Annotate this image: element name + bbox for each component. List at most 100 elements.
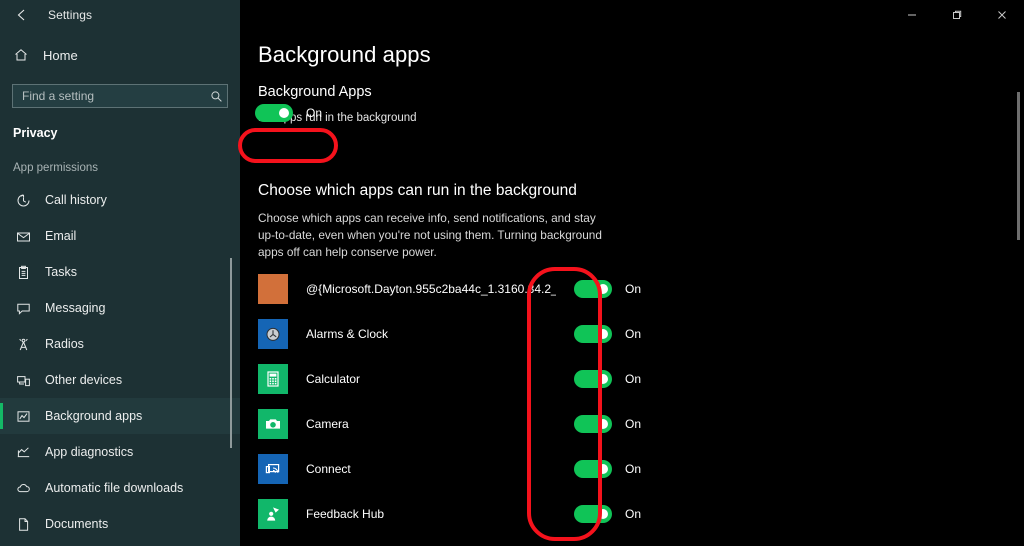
app-row: Alarms & Clock On bbox=[258, 311, 858, 356]
toggle-knob bbox=[598, 508, 608, 519]
master-toggle-label: Let apps run in the background bbox=[258, 112, 417, 124]
app-row: Camera On bbox=[258, 401, 858, 446]
sidebar-item-other-devices[interactable]: Other devices bbox=[0, 362, 240, 398]
feedback-hub-icon bbox=[258, 498, 288, 529]
sidebar-item-app-diagnostics[interactable]: App diagnostics bbox=[0, 434, 240, 470]
sidebar-item-tasks[interactable]: Tasks bbox=[0, 254, 240, 290]
app-toggle-state: On bbox=[625, 326, 642, 341]
sidebar-item-email[interactable]: Email bbox=[0, 218, 240, 254]
background-apps-list: @{Microsoft.Dayton.955c2ba44c_1.3160.34.… bbox=[258, 266, 858, 536]
sidebar-item-label: Radios bbox=[45, 337, 84, 351]
main-content: Background apps Background Apps Let apps… bbox=[240, 30, 1024, 546]
camera-icon bbox=[258, 408, 288, 439]
title-bar: Settings bbox=[0, 0, 1024, 30]
app-name: @{Microsoft.Dayton.955c2ba44c_1.3160.34.… bbox=[306, 281, 556, 296]
app-name: Calculator bbox=[306, 371, 361, 386]
toggle-knob bbox=[598, 328, 608, 339]
app-toggle[interactable] bbox=[574, 324, 612, 343]
sidebar-item-background-apps[interactable]: Background apps bbox=[0, 398, 240, 434]
app-toggle[interactable] bbox=[574, 279, 612, 298]
master-toggle-state: On bbox=[306, 106, 323, 120]
choose-apps-description: Choose which apps can receive info, send… bbox=[258, 211, 602, 259]
search-container bbox=[0, 70, 240, 108]
sidebar-section-title: Privacy bbox=[13, 126, 58, 140]
cloud-download-icon bbox=[13, 481, 33, 496]
master-toggle-row: On bbox=[255, 104, 322, 122]
app-name: Feedback Hub bbox=[306, 506, 385, 521]
app-toggle-state: On bbox=[625, 416, 642, 431]
content-scrollbar[interactable] bbox=[1017, 92, 1020, 240]
toggle-knob bbox=[598, 463, 608, 474]
sidebar-item-label: Email bbox=[45, 229, 77, 243]
background-apps-icon bbox=[13, 409, 33, 424]
sidebar-item-label: Background apps bbox=[45, 409, 143, 423]
app-toggle-state: On bbox=[625, 506, 642, 521]
app-toggle[interactable] bbox=[574, 504, 612, 523]
app-toggle-state: On bbox=[625, 281, 642, 296]
generic-app-icon bbox=[258, 273, 288, 304]
sidebar-item-call-history[interactable]: Call history bbox=[0, 182, 240, 218]
choose-apps-heading: Choose which apps can run in the backgro… bbox=[258, 182, 577, 199]
sidebar-item-label: Documents bbox=[45, 517, 109, 531]
search-box[interactable] bbox=[12, 84, 228, 108]
sidebar-item-home[interactable]: Home bbox=[0, 40, 240, 70]
minimize-button[interactable] bbox=[889, 0, 934, 30]
sidebar-item-documents[interactable]: Documents bbox=[0, 506, 240, 542]
call-history-icon bbox=[13, 193, 33, 208]
app-name: Camera bbox=[306, 416, 349, 431]
radios-icon bbox=[13, 337, 33, 352]
app-name: Alarms & Clock bbox=[306, 326, 389, 341]
toggle-knob bbox=[279, 108, 289, 118]
window-controls bbox=[240, 0, 1024, 30]
sidebar-item-label: App diagnostics bbox=[45, 445, 134, 459]
window-title: Settings bbox=[48, 8, 93, 22]
app-toggle-cell: On bbox=[574, 279, 642, 298]
sidebar-item-radios[interactable]: Radios bbox=[0, 326, 240, 362]
arrow-left-icon bbox=[14, 7, 30, 23]
sidebar-item-label: Automatic file downloads bbox=[45, 481, 184, 495]
app-toggle-state: On bbox=[625, 371, 642, 386]
app-row: Calculator On bbox=[258, 356, 858, 401]
title-bar-left: Settings bbox=[0, 0, 240, 30]
app-toggle[interactable] bbox=[574, 459, 612, 478]
connect-icon bbox=[258, 453, 288, 484]
search-input[interactable] bbox=[13, 85, 205, 107]
app-toggle-cell: On bbox=[574, 504, 642, 523]
toggle-knob bbox=[598, 283, 608, 294]
app-toggle[interactable] bbox=[574, 369, 612, 388]
search-icon[interactable] bbox=[205, 90, 227, 103]
sidebar-item-automatic-file-downloads[interactable]: Automatic file downloads bbox=[0, 470, 240, 506]
email-icon bbox=[13, 229, 33, 244]
sidebar-group-label: App permissions bbox=[13, 162, 99, 174]
sidebar-item-label: Other devices bbox=[45, 373, 123, 387]
sidebar: Home Privacy App permissions bbox=[0, 30, 240, 546]
alarms-clock-icon bbox=[258, 318, 288, 349]
sidebar-item-label: Call history bbox=[45, 193, 107, 207]
sidebar-item-messaging[interactable]: Messaging bbox=[0, 290, 240, 326]
messaging-icon bbox=[13, 301, 33, 316]
app-row: @{Microsoft.Dayton.955c2ba44c_1.3160.34.… bbox=[258, 266, 858, 311]
restore-button[interactable] bbox=[934, 0, 979, 30]
app-toggle-cell: On bbox=[574, 414, 642, 433]
app-name: Connect bbox=[306, 461, 351, 476]
app-diagnostics-icon bbox=[13, 445, 33, 460]
sidebar-scrollbar[interactable] bbox=[230, 258, 232, 448]
toggle-knob bbox=[598, 418, 608, 429]
sidebar-nav-list: Call history Email Tasks Messaging Radio… bbox=[0, 182, 240, 542]
document-icon bbox=[13, 517, 33, 532]
close-button[interactable] bbox=[979, 0, 1024, 30]
home-icon bbox=[13, 47, 35, 63]
restore-icon bbox=[951, 9, 963, 21]
sidebar-home-label: Home bbox=[43, 47, 78, 63]
tasks-icon bbox=[13, 265, 33, 280]
app-toggle-cell: On bbox=[574, 459, 641, 478]
app-row: Feedback Hub On bbox=[258, 491, 858, 536]
sidebar-item-label: Messaging bbox=[45, 301, 106, 315]
back-button[interactable] bbox=[0, 0, 44, 30]
app-toggle[interactable] bbox=[574, 414, 612, 433]
minimize-icon bbox=[906, 9, 918, 21]
master-toggle[interactable] bbox=[255, 104, 293, 122]
calculator-icon bbox=[258, 363, 288, 394]
section-heading: Background Apps bbox=[258, 84, 372, 100]
sidebar-item-label: Tasks bbox=[45, 265, 77, 279]
